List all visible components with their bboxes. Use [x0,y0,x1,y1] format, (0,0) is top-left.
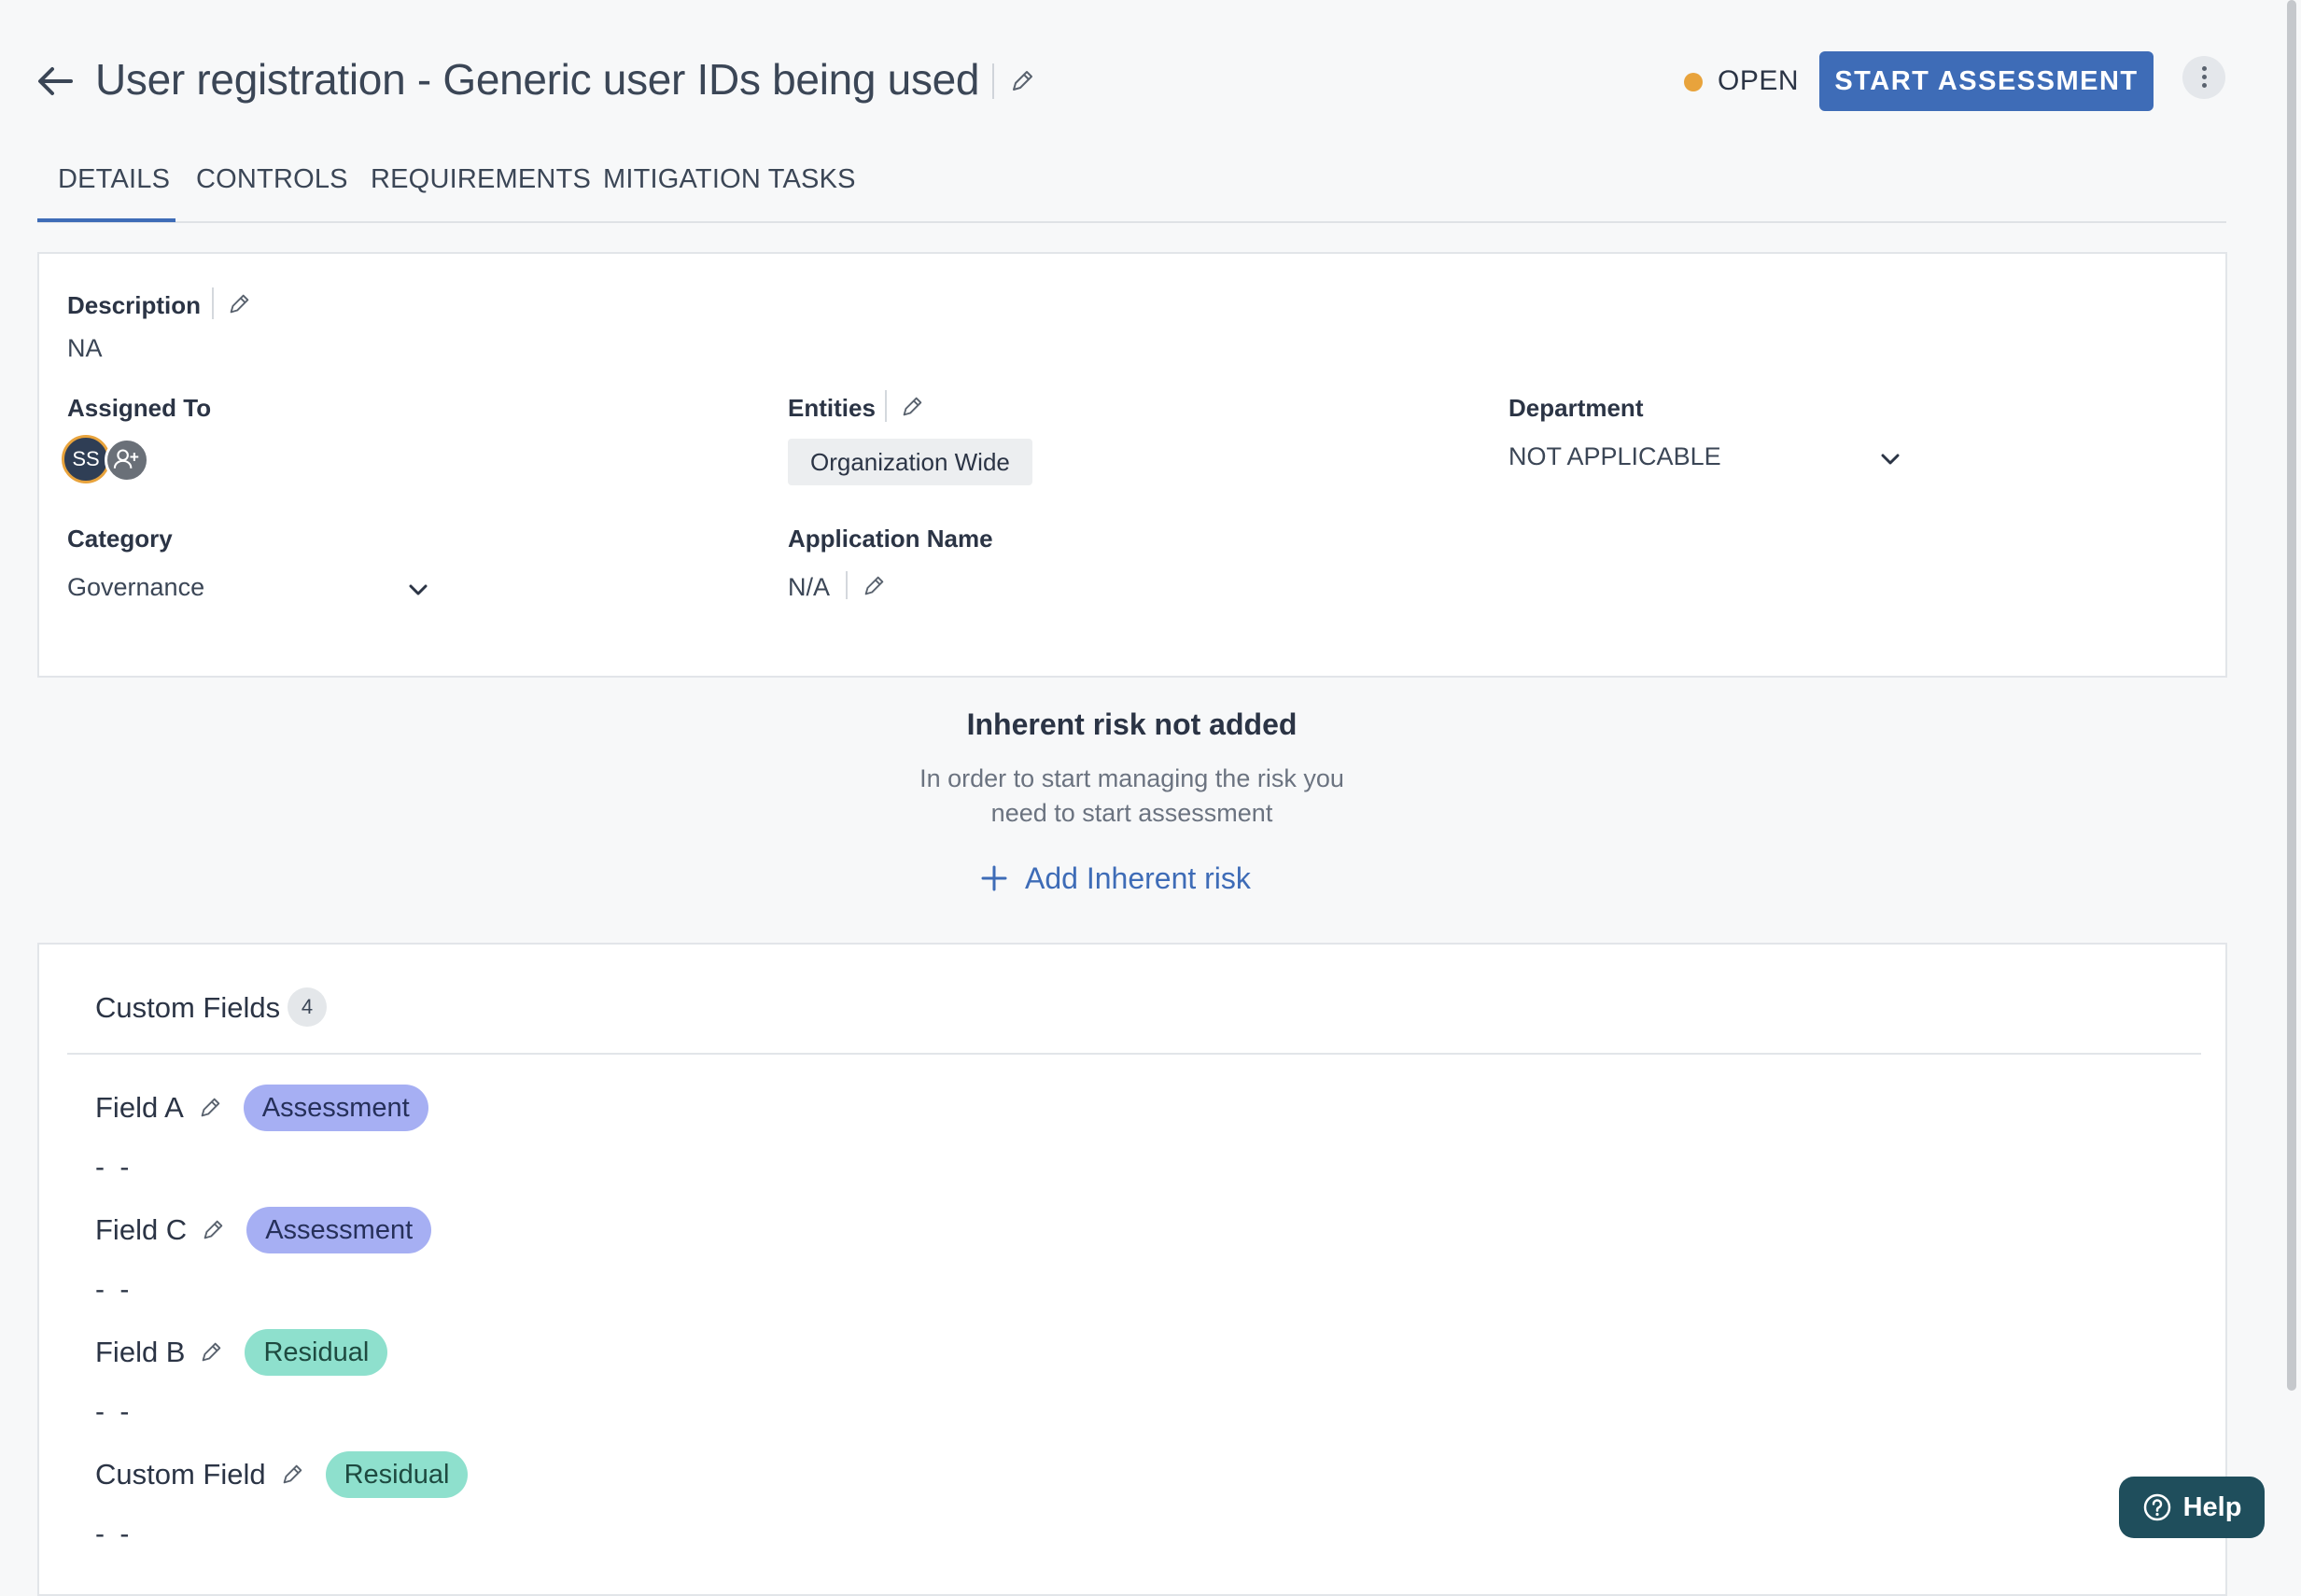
chevron-down-icon[interactable] [404,576,432,604]
custom-field-row: Custom Field Residual [95,1451,469,1498]
edit-title-pencil-icon[interactable] [1008,67,1036,95]
department-label: Department [1508,394,1644,422]
edit-application-name-pencil-icon[interactable] [861,573,887,599]
field-value: - - [95,1396,133,1427]
tab-details[interactable]: DETAILS [58,164,170,195]
start-assessment-button[interactable]: START ASSESSMENT [1819,51,2154,111]
application-name-label: Application Name [788,525,993,553]
avatar[interactable]: SS [62,435,110,483]
edit-field-pencil-icon[interactable] [200,1217,226,1243]
add-inherent-risk-button[interactable]: Add Inherent risk [980,857,1251,900]
field-name: Field C [95,1213,188,1246]
edit-field-pencil-icon[interactable] [197,1095,223,1121]
assigned-to-label: Assigned To [67,394,212,422]
field-value: - - [95,1274,133,1305]
entities-label: Entities [788,394,876,422]
custom-field-row: Field B Residual [95,1329,388,1376]
details-card: Description NA Assigned To SS Entities O… [37,252,2227,678]
status-dot [1684,73,1703,91]
description-label: Description [67,291,202,319]
inherent-risk-description: In order to start managing the risk you … [0,762,2264,831]
plus-icon [981,865,1007,891]
tab-requirements[interactable]: REQUIREMENTS [371,164,591,195]
chevron-down-icon[interactable] [1876,445,1904,473]
category-select-value[interactable]: Governance [67,573,204,602]
add-user-icon[interactable] [105,438,149,483]
category-label: Category [67,525,173,553]
more-vertical-icon[interactable] [2182,56,2225,99]
title-divider [992,63,994,99]
help-button[interactable]: Help [2119,1477,2265,1538]
divider [212,287,214,319]
divider [846,571,848,599]
scrollbar[interactable] [2287,0,2296,1391]
divider [885,390,887,422]
field-name: Field B [95,1336,186,1368]
field-type-badge: Assessment [243,1085,428,1131]
custom-fields-card: Custom Fields 4 Field A Assessment - - F… [37,943,2227,1596]
description-value: NA [67,334,103,362]
edit-field-pencil-icon[interactable] [198,1339,224,1365]
custom-fields-divider [67,1053,2201,1055]
edit-entities-pencil-icon[interactable] [899,394,925,420]
field-type-badge: Residual [325,1451,469,1498]
help-circle-icon [2143,1493,2170,1521]
add-inherent-risk-label: Add Inherent risk [1025,861,1251,895]
field-type-badge: Residual [245,1329,388,1376]
status-badge: OPEN [1718,65,1800,96]
field-name: Custom Field [95,1458,266,1491]
inherent-risk-title: Inherent risk not added [966,707,1298,741]
custom-field-row: Field A Assessment [95,1085,428,1131]
field-name: Field A [95,1091,184,1124]
custom-fields-count: 4 [288,987,327,1027]
tabs-divider [37,221,2226,223]
edit-field-pencil-icon[interactable] [279,1462,305,1488]
active-tab-indicator [37,218,175,222]
field-value: - - [95,1519,133,1549]
application-name-value: N/A [788,573,831,601]
entity-chip: Organization Wide [788,439,1032,485]
page-title: User registration - Generic user IDs bei… [95,55,980,104]
help-label: Help [2182,1491,2242,1522]
tab-mitigation-tasks[interactable]: MITIGATION TASKS [603,164,856,195]
custom-field-row: Field C Assessment [95,1207,432,1253]
edit-description-pencil-icon[interactable] [226,291,252,317]
field-type-badge: Assessment [246,1207,432,1253]
field-value: - - [95,1152,133,1183]
inherent-risk-desc-line: In order to start managing the risk you [919,764,1344,792]
department-select-value[interactable]: NOT APPLICABLE [1508,442,1721,471]
custom-fields-title: Custom Fields [95,991,281,1024]
tab-controls[interactable]: CONTROLS [196,164,348,195]
back-arrow-icon[interactable] [34,60,77,103]
inherent-risk-desc-line: need to start assessment [990,799,1273,827]
